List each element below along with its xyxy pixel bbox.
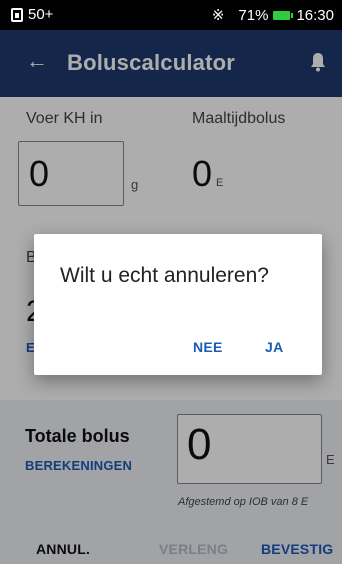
notification-count: 50+: [28, 6, 54, 23]
dialog-question: Wilt u echt annuleren?: [60, 264, 269, 287]
battery-icon: [273, 10, 294, 20]
yes-button[interactable]: JA: [265, 339, 284, 355]
clock: 16:30: [296, 6, 334, 24]
no-button[interactable]: NEE: [193, 339, 223, 355]
status-left: 50+: [11, 6, 53, 23]
notification-icon: [11, 7, 23, 22]
bluetooth-icon: ※: [211, 7, 225, 24]
status-right: ※ 71% 16:30: [211, 6, 334, 25]
battery-percent: 71%: [238, 6, 269, 24]
cancel-confirm-dialog: Wilt u echt annuleren? NEE JA: [34, 234, 322, 375]
screen: 50+ ※ 71% 16:30 ← Boluscalculator Voer K…: [0, 0, 342, 564]
status-bar: 50+ ※ 71% 16:30: [0, 0, 342, 30]
